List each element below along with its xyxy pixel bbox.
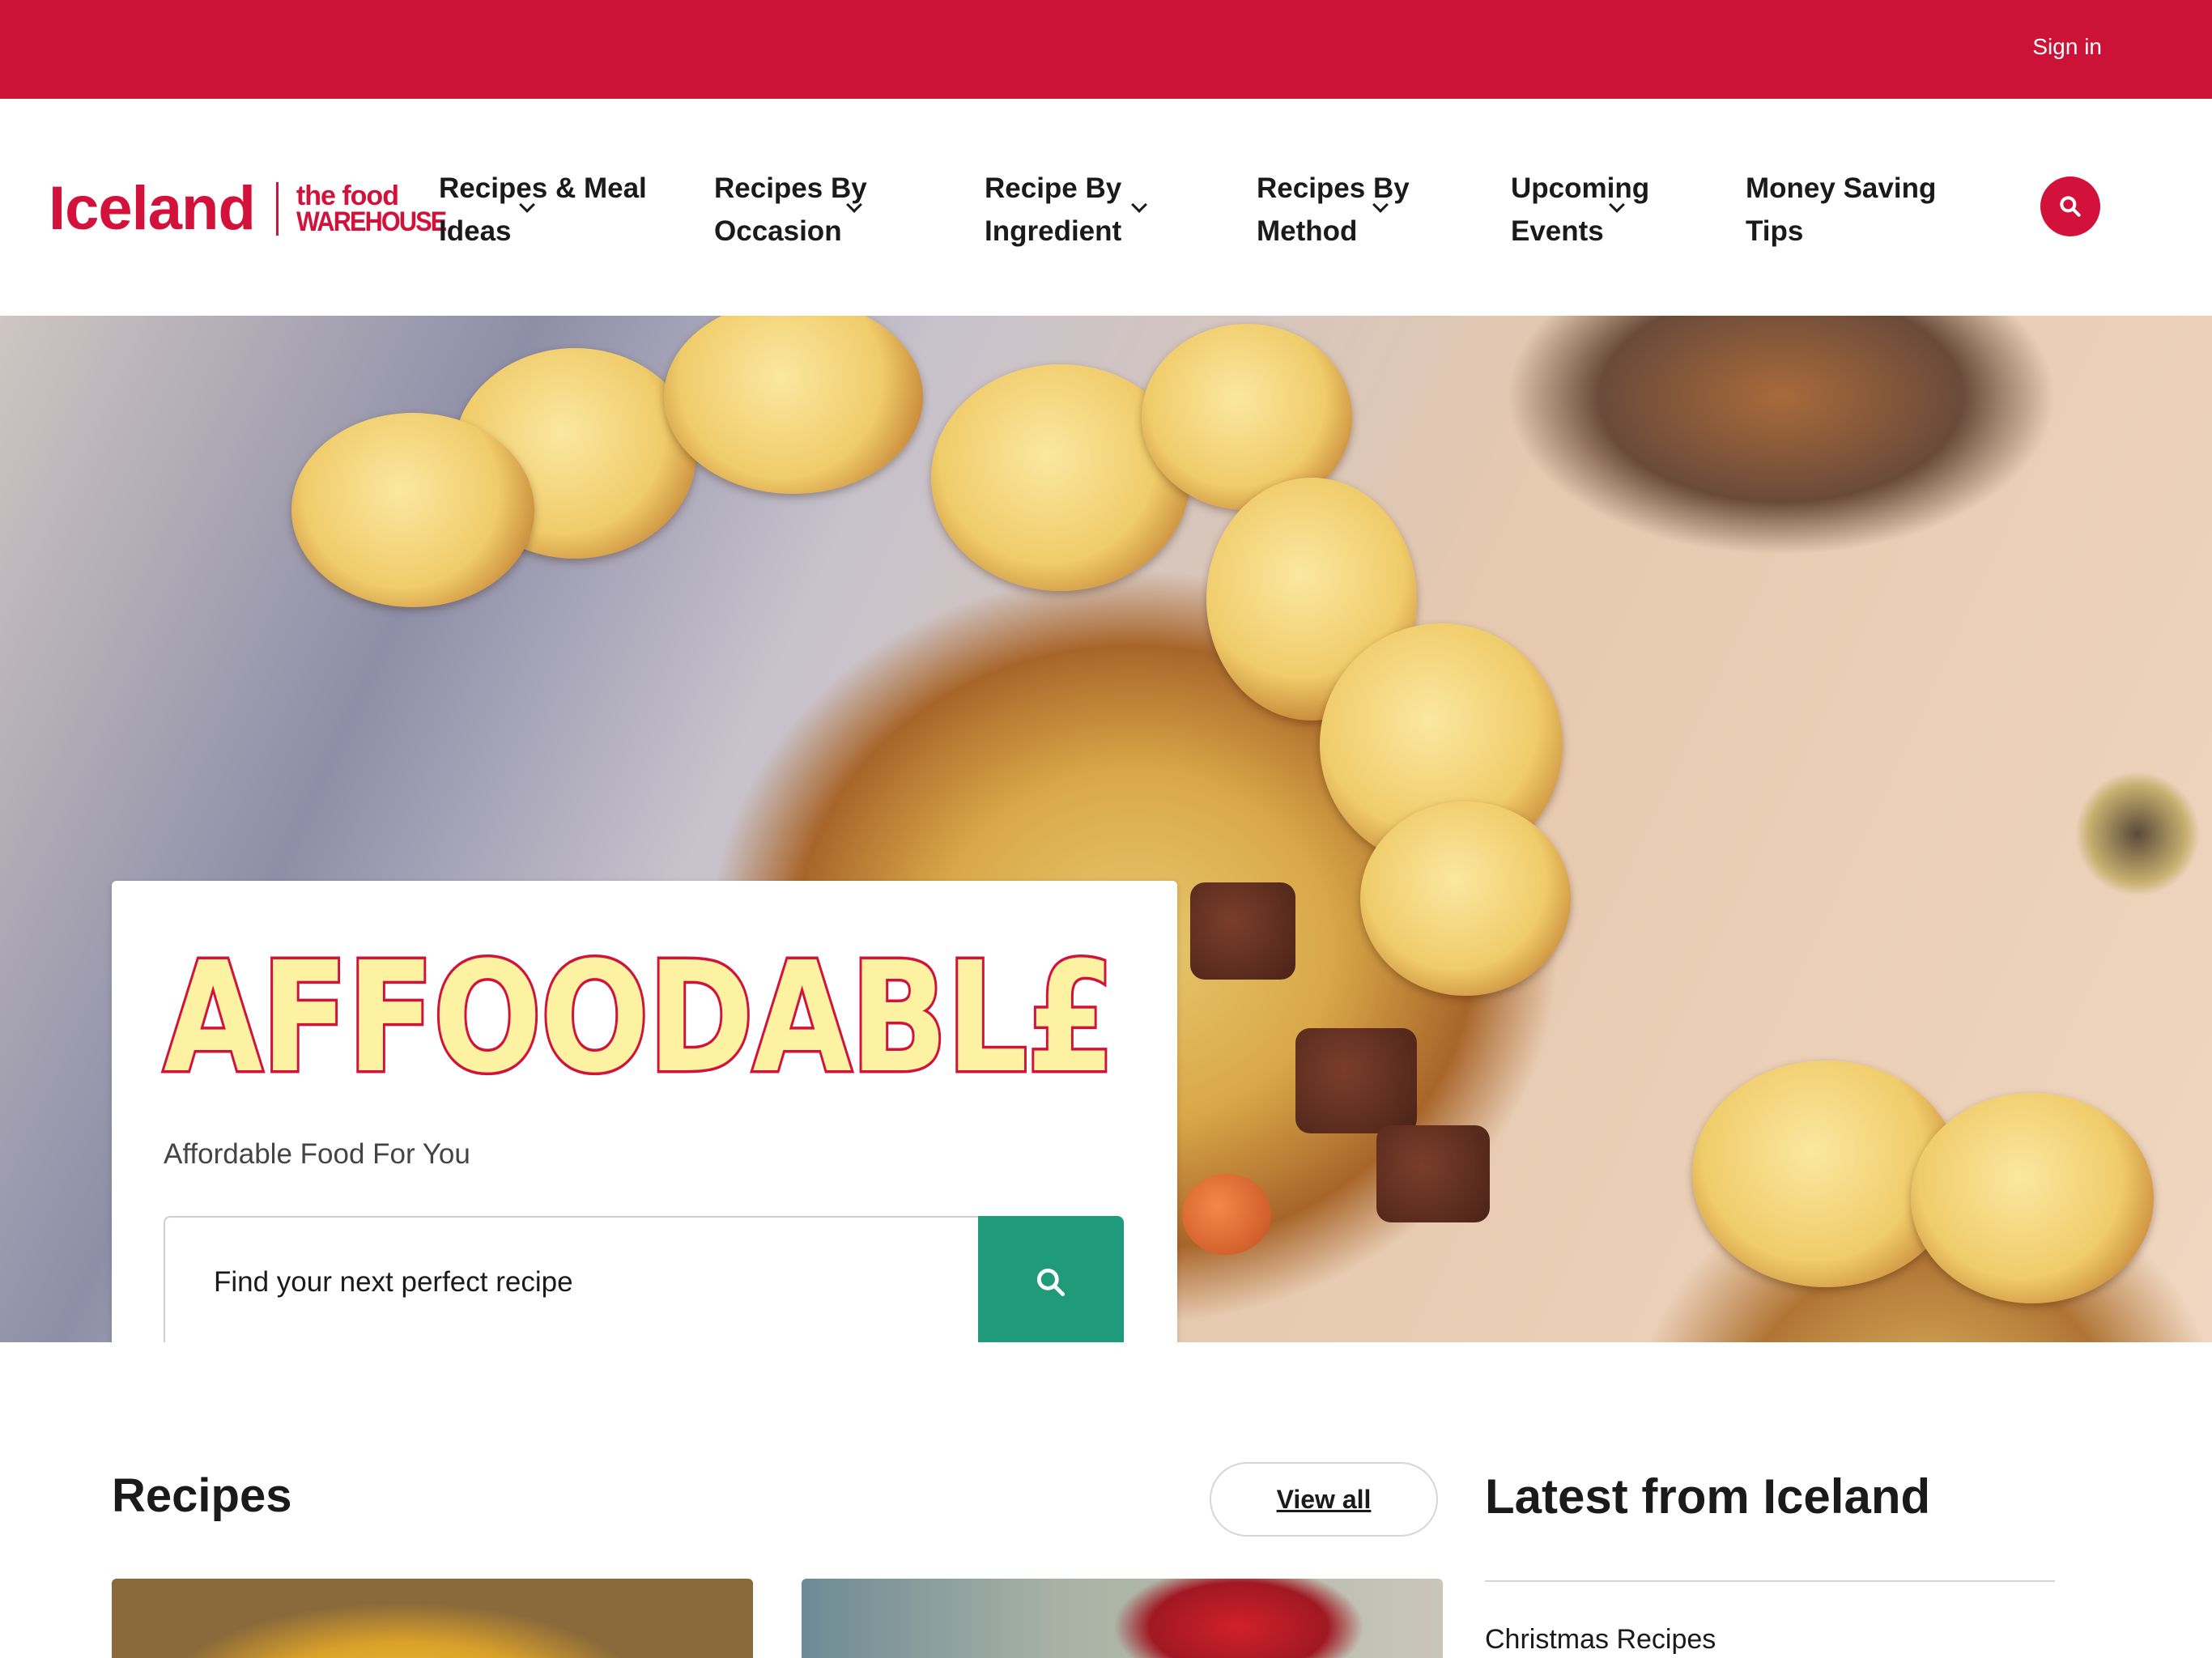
hero-card: AFFOODABL£ Affordable Food For You bbox=[112, 881, 1177, 1342]
hero-food-shape bbox=[1190, 882, 1295, 980]
hero-food-shape bbox=[291, 413, 534, 607]
hero-food-shape bbox=[664, 316, 923, 494]
recipe-search bbox=[164, 1216, 1124, 1342]
nav-label-line1: Recipes & Meal bbox=[439, 172, 647, 204]
nav-label-line2: Events bbox=[1511, 215, 1604, 247]
nav-label-line2: Ingredient bbox=[985, 215, 1122, 247]
nav-money-saving-tips[interactable]: Money Saving Tips bbox=[1746, 167, 1936, 253]
recipe-search-button[interactable] bbox=[978, 1216, 1124, 1342]
nav-label-line1: Money Saving bbox=[1746, 172, 1937, 204]
hero-food-shape bbox=[1911, 1093, 2154, 1303]
hero-food-shape bbox=[1360, 801, 1571, 996]
nav-recipe-by-ingredient[interactable]: Recipe By Ingredient bbox=[985, 167, 1147, 253]
hero-food-shape bbox=[1295, 1028, 1417, 1133]
nav-recipes-by-occasion[interactable]: Recipes By Occasion bbox=[714, 167, 867, 253]
nav-label-line2: Ideas bbox=[439, 215, 512, 247]
nav-label-line2: Tips bbox=[1746, 215, 1804, 247]
header-search-button[interactable] bbox=[2040, 176, 2100, 236]
recipe-card[interactable] bbox=[802, 1579, 1443, 1658]
recipe-card[interactable] bbox=[112, 1579, 753, 1658]
latest-heading: Latest from Iceland bbox=[1485, 1469, 1931, 1524]
nav-upcoming-events[interactable]: Upcoming Events bbox=[1511, 167, 1649, 253]
logo-food-warehouse: the food WAREHOUSE bbox=[296, 180, 462, 237]
site-header: Iceland the food WAREHOUSE Recipes & Mea… bbox=[0, 99, 2212, 316]
nav-recipes-meal-ideas[interactable]: Recipes & Meal Ideas bbox=[439, 167, 647, 253]
nav-label-line2: Method bbox=[1257, 215, 1358, 247]
logo-sub-line1: the food bbox=[296, 180, 399, 211]
hero-tagline: Affordable Food For You bbox=[164, 1138, 470, 1170]
nav-label-line2: Occasion bbox=[714, 215, 842, 247]
logo[interactable]: Iceland the food WAREHOUSE bbox=[49, 176, 462, 241]
logo-iceland-text: Iceland bbox=[49, 174, 256, 243]
top-bar: Sign in bbox=[0, 0, 2212, 99]
nav-recipes-by-method[interactable]: Recipes By Method bbox=[1257, 167, 1410, 253]
recipe-search-input[interactable] bbox=[164, 1216, 978, 1342]
hero-banner: AFFOODABL£ Affordable Food For You bbox=[0, 316, 2212, 1342]
latest-item-link[interactable]: Christmas Recipes bbox=[1485, 1624, 1716, 1656]
hero-food-shape bbox=[1376, 1125, 1490, 1222]
divider bbox=[1485, 1580, 2055, 1582]
search-icon bbox=[2060, 196, 2081, 217]
nav-label-line1: Recipes By bbox=[714, 172, 867, 204]
logo-divider bbox=[275, 182, 279, 236]
sign-in-link[interactable]: Sign in bbox=[2032, 34, 2102, 60]
chevron-down-icon bbox=[1131, 197, 1147, 213]
logo-sub-line2: WAREHOUSE bbox=[296, 206, 447, 237]
affoodable-title: AFFOODABL£ bbox=[161, 929, 1117, 1107]
hero-food-shape bbox=[1182, 1174, 1271, 1255]
recipes-heading: Recipes bbox=[112, 1469, 292, 1522]
nav-label-line1: Recipe By bbox=[985, 172, 1122, 204]
nav-label-line1: Upcoming bbox=[1511, 172, 1650, 204]
search-icon bbox=[1036, 1268, 1066, 1297]
view-all-button[interactable]: View all bbox=[1210, 1462, 1438, 1537]
